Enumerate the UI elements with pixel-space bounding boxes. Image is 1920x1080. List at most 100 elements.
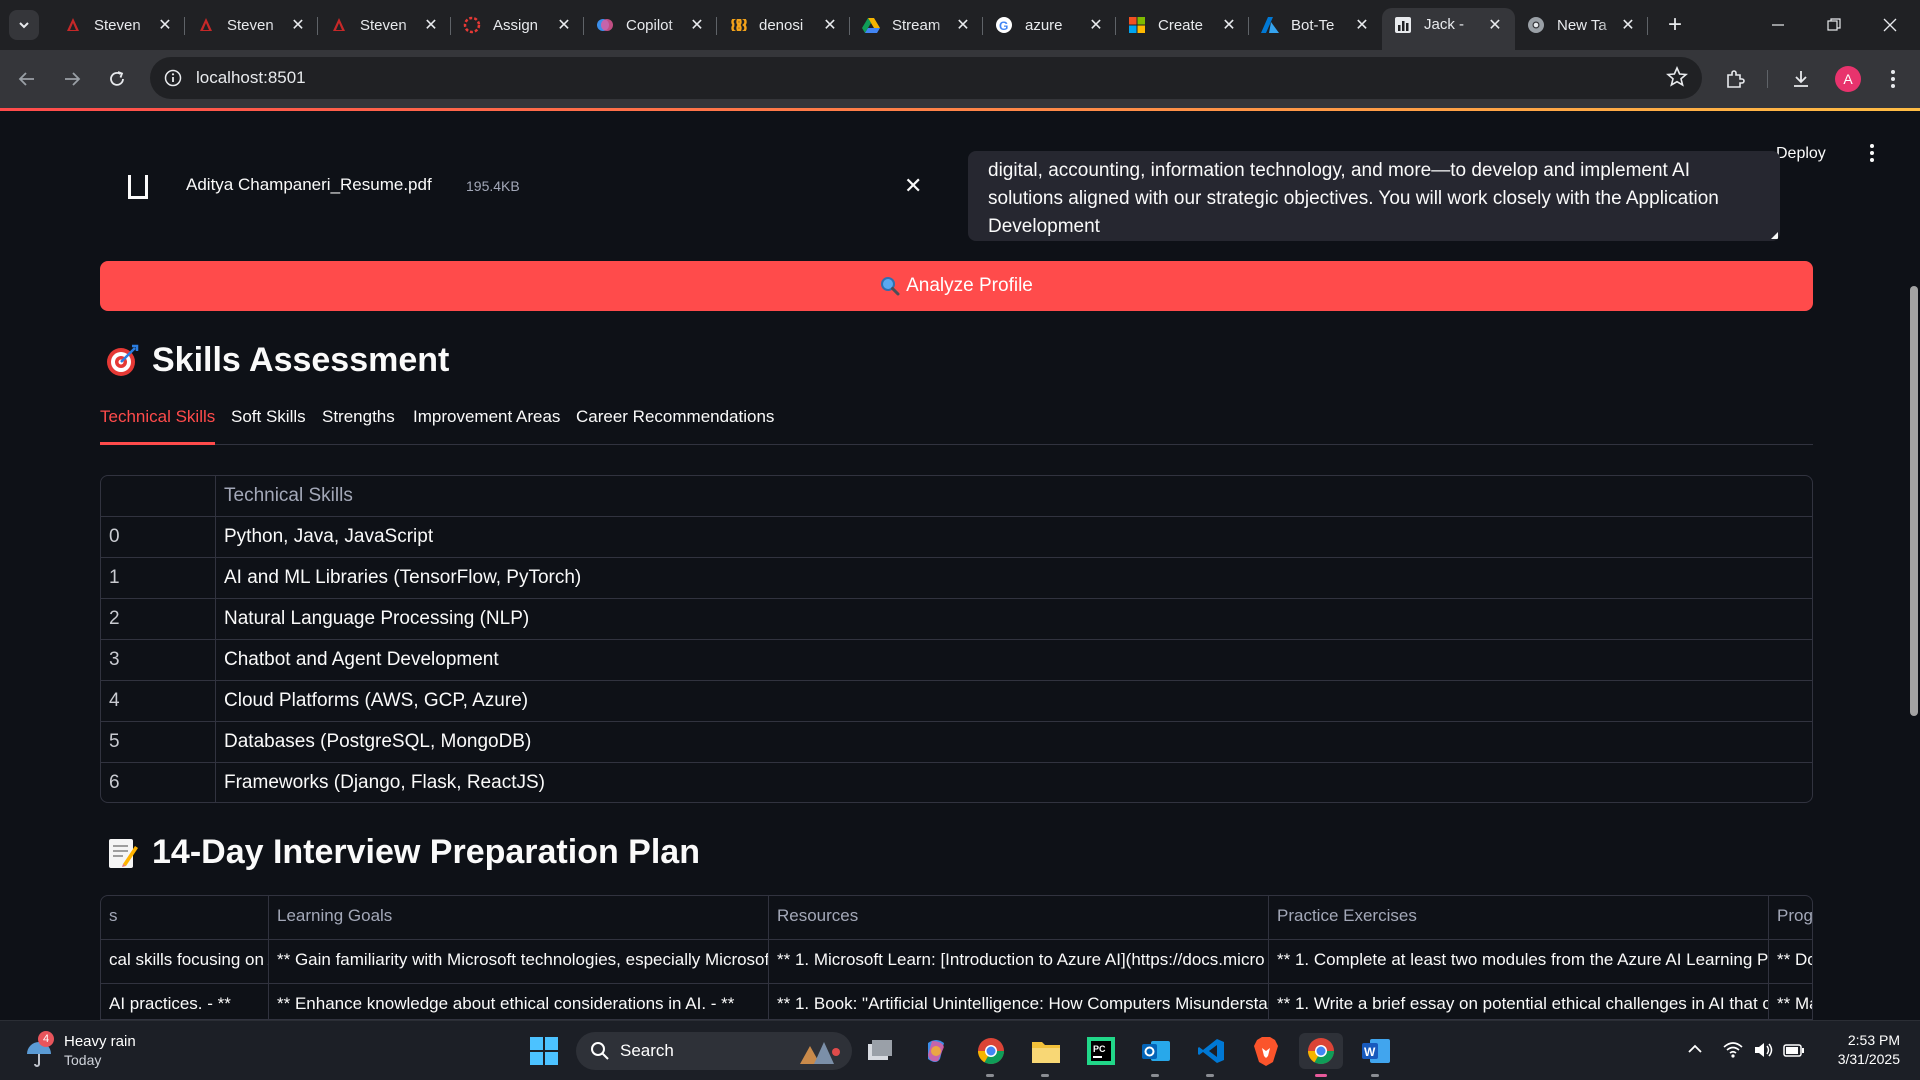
table-row[interactable]: 4 Cloud Platforms (AWS, GCP, Azure)	[101, 681, 1812, 722]
job-description-textarea[interactable]: digital, accounting, information technol…	[968, 151, 1780, 241]
taskbar-search[interactable]: Search	[576, 1032, 852, 1070]
browser-tab[interactable]: Steven ✕	[318, 8, 451, 42]
browser-tab[interactable]: Copilot ✕	[584, 8, 717, 42]
close-tab-icon[interactable]: ✕	[1485, 15, 1505, 35]
skill-cell[interactable]: Frameworks (Django, Flask, ReactJS)	[216, 763, 553, 802]
table-cell[interactable]: ** Gain familiarity with Microsoft techn…	[269, 940, 769, 984]
skill-cell[interactable]: Python, Java, JavaScript	[216, 517, 441, 558]
reload-button[interactable]	[100, 62, 134, 96]
chrome-app[interactable]	[973, 1033, 1009, 1077]
restore-button[interactable]	[1806, 0, 1862, 50]
url-text[interactable]: localhost:8501	[196, 68, 306, 88]
column-header[interactable]: Learning Goals	[269, 896, 769, 940]
skill-cell[interactable]: Databases (PostgreSQL, MongoDB)	[216, 722, 539, 763]
minimize-button[interactable]	[1750, 0, 1806, 50]
column-header[interactable]: Resources	[769, 896, 1269, 940]
tab-strengths[interactable]: Strengths	[322, 407, 395, 445]
back-button[interactable]	[10, 62, 44, 96]
browser-tab[interactable]: Stream ✕	[850, 8, 983, 42]
table-row[interactable]: cal skills focusing on Azu** Gain famili…	[101, 940, 1812, 984]
skill-cell[interactable]: AI and ML Libraries (TensorFlow, PyTorch…	[216, 558, 589, 599]
resize-handle[interactable]	[1771, 232, 1778, 239]
close-tab-icon[interactable]: ✕	[1219, 15, 1239, 35]
preparation-plan-table[interactable]: s Learning Goals Resources Practice Exercis…	[100, 895, 1813, 1020]
table-cell[interactable]: ** Ma	[1769, 984, 1812, 1019]
column-header[interactable]: Practice Exercises	[1269, 896, 1769, 940]
close-tab-icon[interactable]: ✕	[155, 15, 175, 35]
tab-search-button[interactable]	[9, 10, 39, 40]
table-row[interactable]: AI practices. - ** ** Enhance knowledge a…	[101, 984, 1812, 1019]
analyze-profile-button[interactable]: Analyze Profile	[100, 261, 1813, 311]
close-window-button[interactable]	[1862, 0, 1918, 50]
deploy-button[interactable]: Deploy	[1776, 145, 1826, 163]
skill-cell[interactable]: Cloud Platforms (AWS, GCP, Azure)	[216, 681, 536, 722]
start-button[interactable]	[526, 1033, 562, 1069]
column-header[interactable]: s	[101, 896, 269, 940]
tab-career-recommendations[interactable]: Career Recommendations	[576, 407, 774, 445]
browser-tab[interactable]: denosi ✕	[717, 8, 850, 42]
extensions-button[interactable]	[1718, 62, 1752, 96]
task-view-button[interactable]	[862, 1033, 898, 1069]
close-tab-icon[interactable]: ✕	[421, 15, 441, 35]
wifi-status[interactable]	[1723, 1041, 1743, 1064]
table-cell[interactable]: ** 1. Write a brief essay on potential e…	[1269, 984, 1769, 1019]
skill-cell[interactable]: Chatbot and Agent Development	[216, 640, 507, 681]
system-clock[interactable]: 2:53 PM 3/31/2025	[1810, 1031, 1900, 1069]
close-tab-icon[interactable]: ✕	[687, 15, 707, 35]
copilot-app[interactable]	[918, 1033, 954, 1069]
battery-status[interactable]	[1783, 1041, 1805, 1064]
browser-tab[interactable]: New Ta ✕	[1515, 8, 1648, 42]
forward-button[interactable]	[55, 62, 89, 96]
browser-tab[interactable]: Steven ✕	[52, 8, 185, 42]
tray-overflow-chevron[interactable]	[1687, 1041, 1703, 1062]
table-cell[interactable]: ** 1. Microsoft Learn: [Introduction to …	[769, 940, 1269, 984]
close-tab-icon[interactable]: ✕	[288, 15, 308, 35]
close-tab-icon[interactable]: ✕	[1618, 15, 1638, 35]
vscode-app[interactable]	[1193, 1033, 1229, 1077]
outlook-app[interactable]	[1138, 1033, 1174, 1077]
scrollbar-thumb[interactable]	[1910, 286, 1918, 716]
table-cell[interactable]: ** 1. Complete at least two modules from…	[1269, 940, 1769, 984]
table-cell[interactable]: ** Enhance knowledge about ethical consi…	[269, 984, 769, 1019]
table-row[interactable]: 6 Frameworks (Django, Flask, ReactJS)	[101, 763, 1812, 802]
bookmark-star-icon[interactable]	[1666, 65, 1688, 93]
page-scrollbar[interactable]	[1906, 111, 1920, 1020]
table-cell[interactable]: ** 1. Book: "Artificial Unintelligence: …	[769, 984, 1269, 1019]
main-menu-button[interactable]	[1862, 141, 1882, 165]
word-app[interactable]: W	[1358, 1033, 1394, 1077]
weather-widget[interactable]: 4 Heavy rain Today	[24, 1031, 174, 1071]
tab-soft-skills[interactable]: Soft Skills	[231, 407, 306, 445]
file-explorer-app[interactable]	[1028, 1033, 1064, 1077]
table-row[interactable]: 3 Chatbot and Agent Development	[101, 640, 1812, 681]
table-cell[interactable]: ** Do	[1769, 940, 1812, 984]
table-row[interactable]: 1 AI and ML Libraries (TensorFlow, PyTorc…	[101, 558, 1812, 599]
profile-avatar[interactable]: A	[1835, 66, 1861, 92]
table-row[interactable]: 5 Databases (PostgreSQL, MongoDB)	[101, 722, 1812, 763]
browser-tab[interactable]: Jack - ✕	[1382, 8, 1515, 50]
table-row[interactable]: 2 Natural Language Processing (NLP)	[101, 599, 1812, 640]
browser-tab[interactable]: Assign ✕	[451, 8, 584, 42]
volume-status[interactable]	[1753, 1041, 1773, 1064]
browser-tab[interactable]: Steven ✕	[185, 8, 318, 42]
table-cell[interactable]: cal skills focusing on Azu	[101, 940, 269, 984]
pycharm-app[interactable]: PC	[1083, 1033, 1119, 1069]
remove-file-button[interactable]: ✕	[904, 173, 922, 199]
close-tab-icon[interactable]: ✕	[820, 15, 840, 35]
skill-cell[interactable]: Natural Language Processing (NLP)	[216, 599, 537, 640]
close-tab-icon[interactable]: ✕	[554, 15, 574, 35]
close-tab-icon[interactable]: ✕	[1352, 15, 1372, 35]
column-header[interactable]: Prog	[1769, 896, 1812, 940]
browser-tab[interactable]: Bot-Te ✕	[1249, 8, 1382, 42]
downloads-button[interactable]	[1784, 62, 1818, 96]
brave-app[interactable]	[1248, 1033, 1284, 1069]
new-tab-button[interactable]: +	[1658, 8, 1692, 42]
close-tab-icon[interactable]: ✕	[953, 15, 973, 35]
table-cell[interactable]: AI practices. - **	[101, 984, 269, 1019]
close-tab-icon[interactable]: ✕	[1086, 15, 1106, 35]
table-row[interactable]: 0 Python, Java, JavaScript	[101, 517, 1812, 558]
technical-skills-table[interactable]: Technical Skills 0 Python, Java, JavaScrip…	[100, 475, 1813, 803]
browser-tab[interactable]: Gazure ✕	[983, 8, 1116, 42]
column-header[interactable]: Technical Skills	[216, 476, 361, 517]
browser-tab[interactable]: Create ✕	[1116, 8, 1249, 42]
tab-technical-skills[interactable]: Technical Skills	[100, 407, 216, 445]
